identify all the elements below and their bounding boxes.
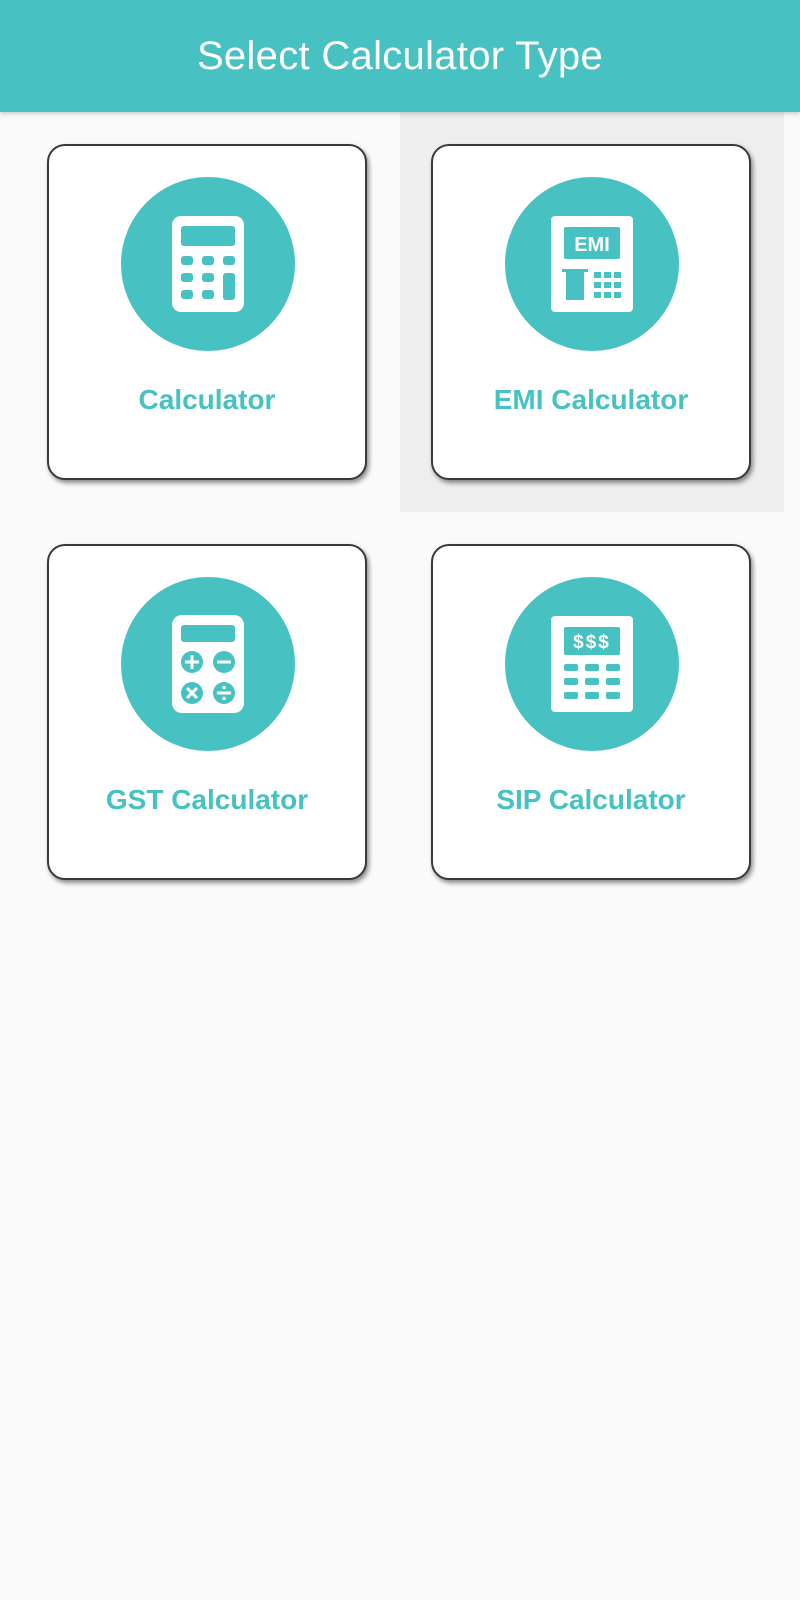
sip-icon-text: $$$ [573, 632, 611, 653]
sip-calculator-icon: $$$ [505, 577, 679, 751]
sip-calculator-cell: $$$ SIP Calculator [400, 512, 784, 912]
emi-calculator-card[interactable]: EMI EMI Calculator [431, 144, 751, 480]
emi-calculator-label: EMI Calculator [493, 384, 689, 415]
emi-calculator-cell: EMI EMI Calculator [400, 112, 784, 512]
calculator-card[interactable]: Calculator [47, 144, 367, 480]
calculator-cell: Calculator [0, 112, 384, 512]
app-bar: Select Calculator Type [0, 0, 800, 112]
sip-calculator-label: SIP Calculator [496, 784, 686, 815]
gst-calculator-card[interactable]: GST Calculator [47, 544, 367, 880]
gst-calculator-cell: GST Calculator [0, 512, 384, 912]
emi-icon-text: EMI [574, 234, 610, 256]
calculator-label: Calculator [138, 384, 276, 415]
gst-calculator-label: GST Calculator [105, 784, 309, 815]
sip-calculator-card[interactable]: $$$ SIP Calculator [431, 544, 751, 880]
emi-calculator-icon: EMI [505, 177, 679, 351]
page-title: Select Calculator Type [196, 33, 604, 78]
gst-calculator-icon [121, 577, 295, 751]
calculator-icon [121, 177, 295, 351]
